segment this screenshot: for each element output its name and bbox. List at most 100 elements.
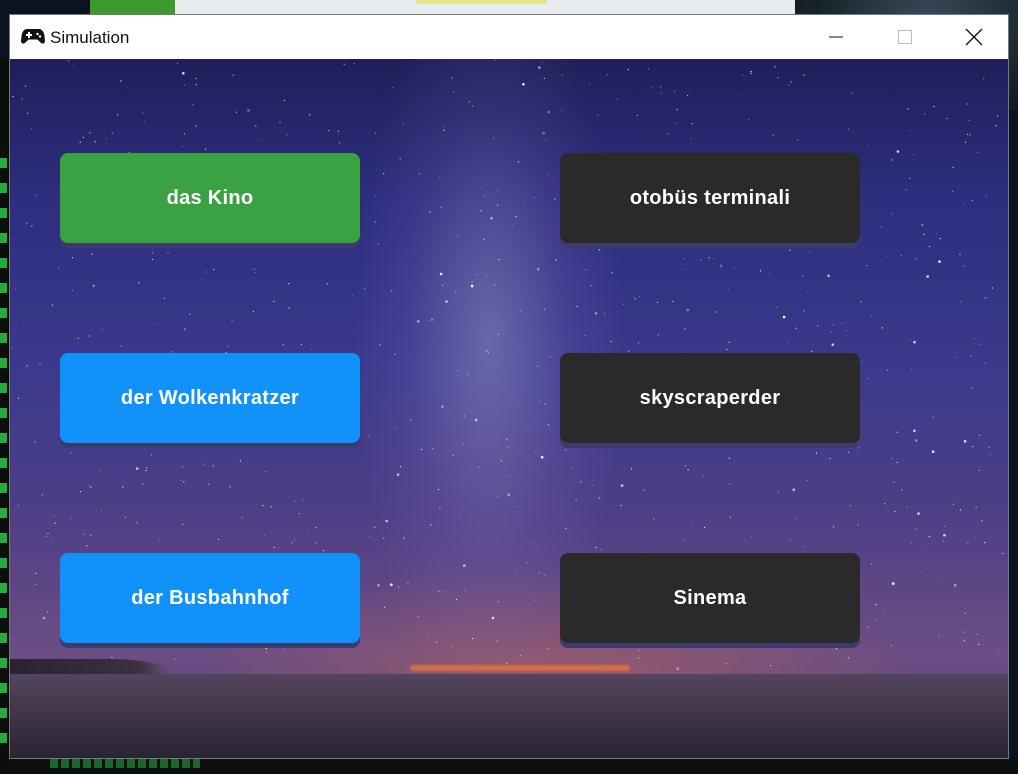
star bbox=[598, 497, 601, 499]
star bbox=[476, 274, 478, 276]
star bbox=[12, 96, 14, 98]
star bbox=[726, 348, 728, 351]
star bbox=[403, 538, 405, 540]
star bbox=[891, 159, 893, 161]
star bbox=[491, 616, 495, 620]
minimize-button[interactable] bbox=[801, 15, 870, 59]
star bbox=[399, 466, 401, 468]
simulation-window: Simulation das Kino der Wolkenkratzer de… bbox=[10, 15, 1008, 758]
star bbox=[952, 503, 955, 505]
star bbox=[676, 667, 679, 670]
star bbox=[542, 61, 544, 63]
star bbox=[575, 499, 577, 501]
left-word-button-1[interactable]: das Kino bbox=[60, 153, 360, 243]
star bbox=[497, 601, 499, 603]
button-label: der Wolkenkratzer bbox=[120, 386, 300, 409]
star bbox=[388, 192, 390, 195]
star bbox=[21, 98, 23, 100]
star bbox=[439, 508, 441, 510]
star bbox=[792, 488, 795, 492]
left-word-button-3[interactable]: der Busbahnhof bbox=[60, 553, 360, 643]
right-word-button-3[interactable]: Sinema bbox=[560, 553, 860, 643]
star bbox=[976, 633, 978, 636]
star bbox=[955, 356, 957, 358]
star bbox=[90, 486, 92, 488]
star bbox=[634, 298, 636, 300]
star bbox=[500, 460, 502, 462]
star bbox=[445, 300, 448, 303]
star bbox=[506, 662, 508, 664]
star bbox=[142, 483, 144, 485]
star bbox=[471, 637, 474, 640]
star bbox=[383, 173, 385, 175]
star bbox=[15, 288, 17, 290]
star bbox=[182, 71, 185, 75]
star bbox=[907, 108, 909, 110]
star bbox=[984, 362, 987, 364]
star bbox=[942, 540, 944, 542]
right-word-button-1[interactable]: otobüs terminali bbox=[560, 153, 860, 243]
star bbox=[322, 550, 325, 552]
star bbox=[960, 301, 962, 303]
maximize-button[interactable] bbox=[870, 15, 939, 59]
star bbox=[928, 536, 931, 538]
star bbox=[402, 123, 404, 125]
star bbox=[933, 106, 935, 108]
star bbox=[565, 449, 567, 451]
star bbox=[254, 271, 257, 274]
star bbox=[858, 447, 860, 449]
star bbox=[300, 343, 303, 345]
star bbox=[326, 283, 328, 285]
right-word-button-2[interactable]: skyscraperder bbox=[560, 353, 860, 443]
star bbox=[782, 315, 786, 319]
star bbox=[520, 310, 522, 312]
star bbox=[443, 126, 445, 128]
star bbox=[483, 238, 485, 240]
star bbox=[750, 72, 752, 74]
star bbox=[683, 258, 685, 260]
star bbox=[480, 210, 482, 212]
star bbox=[832, 324, 834, 326]
maximize-icon bbox=[897, 30, 912, 44]
close-icon bbox=[965, 28, 982, 46]
star bbox=[418, 173, 421, 175]
star bbox=[457, 236, 459, 238]
star bbox=[183, 133, 185, 135]
star bbox=[921, 223, 924, 227]
button-label: skyscraperder bbox=[639, 386, 781, 409]
star bbox=[252, 310, 254, 313]
left-word-button-2[interactable]: der Wolkenkratzer bbox=[60, 353, 360, 443]
star bbox=[884, 503, 886, 505]
star bbox=[867, 378, 870, 380]
star bbox=[398, 586, 400, 588]
star bbox=[803, 74, 805, 76]
star bbox=[760, 270, 762, 272]
star bbox=[255, 125, 257, 127]
star bbox=[963, 440, 967, 443]
star bbox=[991, 287, 993, 289]
star bbox=[538, 66, 541, 69]
star bbox=[41, 494, 43, 496]
star bbox=[748, 119, 750, 121]
star bbox=[967, 133, 969, 135]
star bbox=[52, 304, 54, 306]
star bbox=[42, 616, 46, 620]
star bbox=[881, 327, 884, 329]
star bbox=[265, 471, 267, 473]
star bbox=[302, 499, 304, 501]
star bbox=[439, 176, 441, 178]
star bbox=[298, 645, 300, 647]
close-button[interactable] bbox=[939, 15, 1008, 59]
button-label: das Kino bbox=[166, 186, 254, 209]
title-bar[interactable]: Simulation bbox=[10, 15, 1008, 59]
star bbox=[146, 467, 148, 469]
star bbox=[472, 105, 474, 107]
star bbox=[35, 572, 37, 575]
star bbox=[72, 65, 75, 67]
star bbox=[493, 137, 495, 139]
star bbox=[990, 453, 992, 455]
star bbox=[377, 243, 379, 245]
star bbox=[315, 542, 317, 544]
star bbox=[959, 509, 962, 511]
star bbox=[867, 626, 869, 628]
